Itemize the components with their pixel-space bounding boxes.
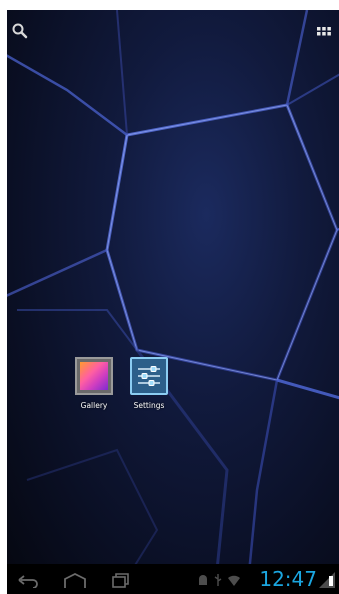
recent-apps-icon [112, 573, 129, 588]
back-button[interactable] [17, 572, 39, 592]
gallery-label: Gallery [80, 401, 108, 410]
settings-shortcut[interactable]: Settings [123, 357, 175, 411]
gallery-shortcut[interactable]: Gallery [68, 357, 120, 411]
wallpaper [7, 10, 339, 594]
home-button[interactable] [62, 572, 88, 592]
search-icon [12, 23, 28, 39]
all-apps-button[interactable] [315, 22, 333, 40]
home-screen: Gallery Settings 12:47 [7, 10, 339, 594]
usb-icon [214, 574, 222, 586]
clock: 12:47 [259, 567, 317, 591]
system-navigation-bar: 12:47 [7, 564, 339, 594]
android-debug-icon [199, 575, 207, 585]
battery-icon [319, 572, 335, 588]
recent-apps-button[interactable] [110, 572, 132, 592]
wifi-icon [228, 575, 240, 586]
back-icon [18, 575, 38, 589]
all-apps-icon [317, 27, 331, 36]
settings-icon [130, 357, 168, 395]
search-button[interactable] [11, 22, 29, 40]
gallery-icon [75, 357, 113, 395]
settings-label: Settings [133, 401, 165, 410]
home-icon [64, 572, 86, 588]
